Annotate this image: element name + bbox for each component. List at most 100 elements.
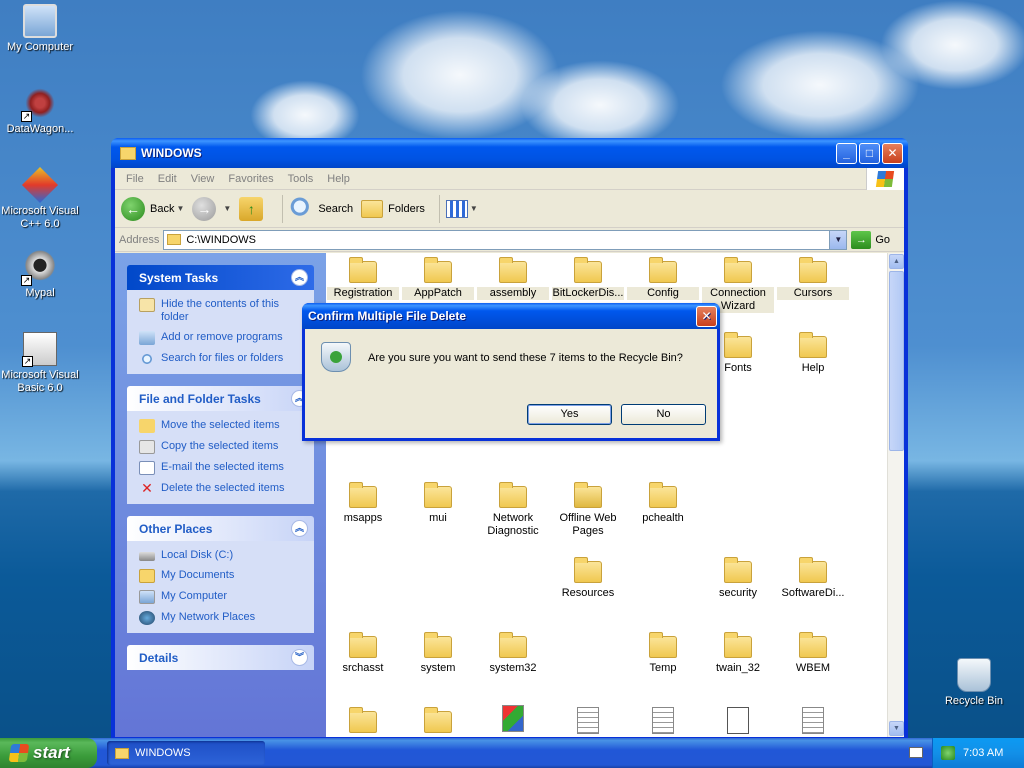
vertical-scrollbar[interactable]: ▲ ▼: [887, 253, 904, 737]
chevron-down-icon[interactable]: ▼: [470, 204, 478, 213]
file-item[interactable]: BitLockerDis...: [552, 257, 624, 300]
place-my-documents[interactable]: My Documents: [139, 569, 304, 583]
task-search-files[interactable]: Search for files or folders: [139, 352, 304, 366]
file-folder-tasks-panel: File and Folder Tasks ︽ Move the selecte…: [127, 386, 314, 504]
collapse-chevron-icon[interactable]: ︽: [291, 520, 308, 537]
chevron-down-icon[interactable]: ▼: [829, 230, 847, 249]
file-item[interactable]: SoftwareDi...: [777, 557, 849, 600]
folders-button[interactable]: Folders: [361, 199, 425, 218]
go-button[interactable]: → Go: [851, 230, 890, 249]
place-my-computer[interactable]: My Computer: [139, 590, 304, 604]
file-item[interactable]: assembly: [477, 257, 549, 300]
file-item[interactable]: Resources: [552, 557, 624, 600]
desktop-icon-visual-basic[interactable]: ↗ Microsoft Visual Basic 6.0: [0, 332, 80, 395]
maximize-button[interactable]: □: [859, 142, 880, 164]
file-label: Config: [627, 287, 699, 300]
file-item[interactable]: [702, 707, 774, 737]
task-delete-items[interactable]: ✕ Delete the selected items: [139, 481, 304, 496]
dialog-close-button[interactable]: ✕: [696, 305, 717, 327]
close-button[interactable]: ✕: [882, 142, 903, 164]
file-item[interactable]: [402, 707, 474, 737]
file-item[interactable]: Offline Web Pages: [552, 482, 624, 538]
start-label: start: [33, 743, 70, 762]
panel-header[interactable]: File and Folder Tasks ︽: [127, 386, 314, 411]
search-icon: [139, 352, 155, 366]
file-item[interactable]: WBEM: [777, 632, 849, 675]
menu-tools[interactable]: Tools: [281, 173, 321, 185]
chevron-down-icon[interactable]: ▼: [176, 204, 184, 213]
desktop-icon-recycle-bin[interactable]: Recycle Bin: [934, 658, 1014, 708]
folder-icon: [349, 707, 377, 733]
file-item[interactable]: security: [702, 557, 774, 600]
desktop-icon-label: Microsoft Visual Basic 6.0: [1, 369, 79, 394]
scroll-down-button[interactable]: ▼: [889, 721, 904, 736]
back-button[interactable]: ← Back ▼: [121, 196, 184, 221]
address-input[interactable]: C:\WINDOWS ▼: [163, 229, 848, 250]
panel-title: File and Folder Tasks: [139, 391, 261, 406]
dialog-titlebar[interactable]: Confirm Multiple File Delete ✕: [302, 303, 720, 329]
file-item[interactable]: pchealth: [627, 482, 699, 525]
up-button[interactable]: ↑: [239, 196, 268, 221]
scroll-thumb[interactable]: [889, 271, 904, 451]
folders-label: Folders: [388, 202, 425, 215]
desktop-icon-visual-cpp[interactable]: Microsoft Visual C++ 6.0: [0, 166, 80, 231]
panel-header[interactable]: Other Places ︽: [127, 516, 314, 541]
menu-help[interactable]: Help: [320, 173, 357, 185]
file-item[interactable]: [627, 707, 699, 737]
expand-chevron-icon[interactable]: ︾: [291, 649, 308, 666]
tray-app-icon[interactable]: [941, 746, 955, 760]
file-item[interactable]: system: [402, 632, 474, 675]
file-label: Resources: [561, 587, 615, 599]
file-item[interactable]: [552, 707, 624, 737]
file-item[interactable]: Temp: [627, 632, 699, 675]
forward-button[interactable]: → ▼: [192, 196, 231, 221]
file-label: msapps: [343, 512, 383, 524]
minimize-button[interactable]: _: [836, 142, 857, 164]
scroll-up-button[interactable]: ▲: [889, 254, 904, 269]
clock[interactable]: 7:03 AM: [963, 747, 1003, 759]
window-titlebar[interactable]: WINDOWS _ □ ✕: [111, 138, 908, 168]
file-item[interactable]: [327, 707, 399, 737]
menu-view[interactable]: View: [184, 173, 222, 185]
file-item[interactable]: AppPatch: [402, 257, 474, 300]
file-item[interactable]: Config: [627, 257, 699, 300]
no-button[interactable]: No: [621, 404, 706, 425]
file-item[interactable]: Cursors: [777, 257, 849, 300]
desktop-icon-my-computer[interactable]: My Computer: [0, 4, 80, 54]
file-item[interactable]: msapps: [327, 482, 399, 525]
file-item[interactable]: mui: [402, 482, 474, 525]
taskbar-window-button[interactable]: WINDOWS: [107, 741, 265, 765]
search-button[interactable]: Search: [289, 196, 353, 221]
task-copy-items[interactable]: Copy the selected items: [139, 440, 304, 454]
file-item[interactable]: Help: [777, 332, 849, 375]
panel-header[interactable]: Details ︾: [127, 645, 314, 670]
menu-file[interactable]: File: [119, 173, 151, 185]
chevron-down-icon[interactable]: ▼: [223, 204, 231, 213]
file-label: Help: [801, 362, 825, 374]
file-item[interactable]: [777, 707, 849, 737]
file-item[interactable]: [477, 705, 549, 736]
task-add-remove-programs[interactable]: Add or remove programs: [139, 331, 304, 345]
panel-header[interactable]: System Tasks ︽: [127, 265, 314, 290]
file-item[interactable]: system32: [477, 632, 549, 675]
views-button[interactable]: ▼: [445, 199, 478, 218]
desktop-icon-mypal[interactable]: ↗ Mypal: [0, 250, 80, 300]
file-item[interactable]: Registration: [327, 257, 399, 300]
file-item[interactable]: srchasst: [327, 632, 399, 675]
menu-edit[interactable]: Edit: [151, 173, 184, 185]
file-item[interactable]: Network Diagnostic: [477, 482, 549, 538]
start-button[interactable]: start: [0, 738, 97, 768]
file-label: Network Diagnostic: [487, 512, 539, 537]
desktop-icon-datawagon[interactable]: ↗ DataWagon...: [0, 86, 80, 136]
task-email-items[interactable]: E-mail the selected items: [139, 461, 304, 475]
task-hide-contents[interactable]: Hide the contents of this folder: [139, 298, 304, 324]
yes-button[interactable]: Yes: [527, 404, 612, 425]
file-item[interactable]: twain_32: [702, 632, 774, 675]
place-my-network[interactable]: My Network Places: [139, 611, 304, 625]
task-move-items[interactable]: Move the selected items: [139, 419, 304, 433]
keyboard-icon[interactable]: [909, 747, 923, 758]
collapse-chevron-icon[interactable]: ︽: [291, 269, 308, 286]
place-local-disk[interactable]: Local Disk (C:): [139, 549, 304, 562]
recycle-bin-icon: [321, 342, 351, 372]
menu-favorites[interactable]: Favorites: [221, 173, 280, 185]
